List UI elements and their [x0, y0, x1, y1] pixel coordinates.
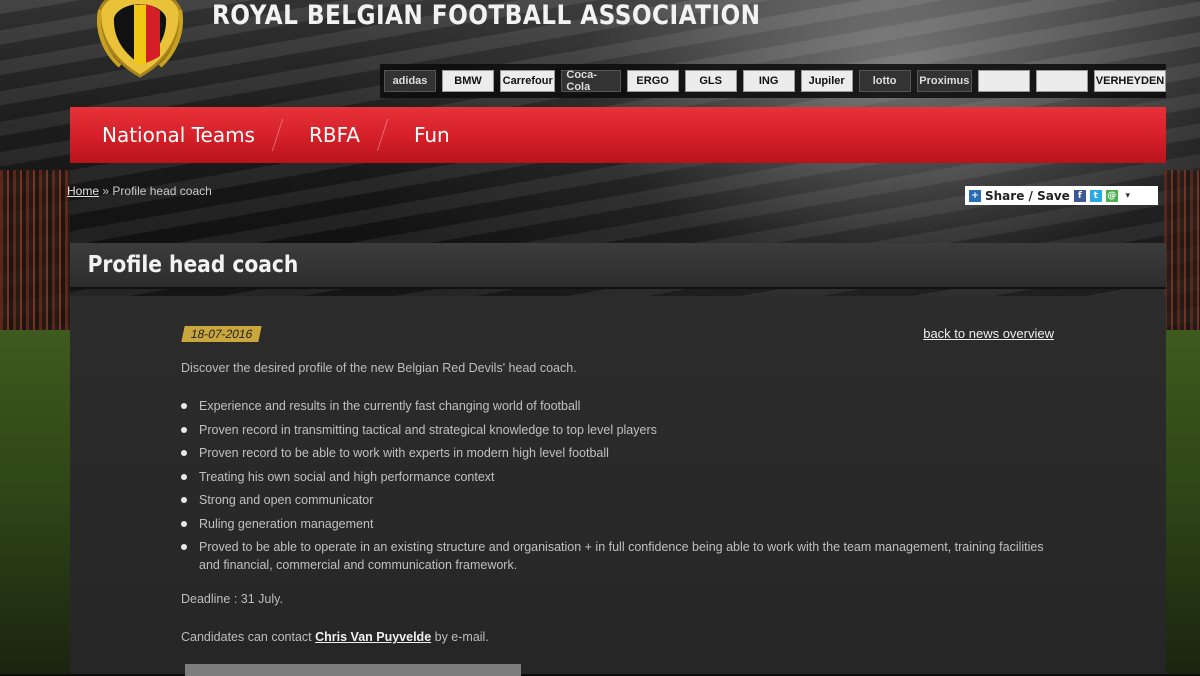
contact-prefix: Candidates can contact — [181, 630, 316, 644]
sponsor-logo[interactable]: VERHEYDEN — [1094, 70, 1166, 92]
breadcrumb-home-link[interactable]: Home — [67, 184, 99, 198]
sponsor-logo[interactable]: ING — [742, 70, 795, 92]
list-item: Strong and open communicator — [181, 491, 1061, 509]
article-panel: 18-07-2016 back to news overview Discove… — [70, 296, 1166, 676]
share-save-button[interactable]: + Share / Save f t @ ▾ — [965, 186, 1158, 205]
list-item: Ruling generation management — [181, 515, 1061, 533]
site-title: ROYAL BELGIAN FOOTBALL ASSOCIATION — [212, 0, 761, 31]
requirements-list: Experience and results in the currently … — [181, 397, 1061, 580]
crowd-right — [1164, 170, 1200, 330]
deadline-text: Deadline : 31 July. — [181, 592, 283, 606]
nav-item-rbfa[interactable]: RBFA — [277, 107, 382, 163]
pitch-right — [1164, 330, 1200, 674]
article-date-badge: 18-07-2016 — [181, 326, 263, 342]
rbfa-crest-logo[interactable] — [90, 0, 190, 80]
page-title: Profile head coach — [87, 252, 299, 278]
contact-text: Candidates can contact Chris Van Puyveld… — [181, 630, 489, 644]
breadcrumb-separator: » — [102, 184, 110, 198]
sponsor-logo[interactable]: Proximus — [916, 70, 973, 92]
share-label: Share / Save — [985, 188, 1070, 203]
sponsor-logo[interactable]: GLS — [684, 70, 737, 92]
sponsor-logo[interactable]: adidas — [384, 70, 436, 92]
page-title-bar: Profile head coach — [70, 243, 1166, 289]
sponsor-logo[interactable]: Carrefour — [500, 70, 556, 92]
pitch-left — [0, 330, 70, 674]
chevron-down-icon[interactable]: ▾ — [1122, 190, 1134, 202]
sponsor-logo[interactable]: Jupiler — [800, 70, 853, 92]
list-item: Proven record in transmitting tactical a… — [181, 421, 1061, 439]
back-to-news-link[interactable]: back to news overview — [923, 326, 1054, 341]
sponsor-logo[interactable] — [978, 70, 1031, 92]
contact-suffix: by e-mail. — [431, 630, 489, 644]
nav-item-national-teams[interactable]: National Teams — [70, 107, 277, 163]
nav-item-fun[interactable]: Fun — [382, 107, 472, 163]
main-nav: National Teams RBFA Fun — [70, 107, 1166, 163]
tag-bar — [185, 664, 521, 676]
article-intro: Discover the desired profile of the new … — [181, 361, 577, 375]
list-item: Experience and results in the currently … — [181, 397, 1061, 415]
list-item: Proven record to be able to work with ex… — [181, 444, 1061, 462]
share-plus-icon: + — [969, 189, 981, 202]
facebook-icon[interactable]: f — [1073, 189, 1086, 202]
contact-email-link[interactable]: Chris Van Puyvelde — [315, 630, 431, 644]
breadcrumb-current: Profile head coach — [112, 184, 212, 198]
sponsor-strip: adidas BMW Carrefour Coca-Cola ERGO GLS … — [380, 64, 1166, 98]
email-share-icon[interactable]: @ — [1105, 189, 1118, 202]
breadcrumb: Home » Profile head coach — [67, 184, 212, 198]
list-item: Proved to be able to operate in an exist… — [181, 538, 1061, 574]
list-item: Treating his own social and high perform… — [181, 468, 1061, 486]
sponsor-logo[interactable]: lotto — [858, 70, 911, 92]
sponsor-logo[interactable]: ERGO — [626, 70, 679, 92]
twitter-icon[interactable]: t — [1089, 189, 1102, 202]
sponsor-logo[interactable]: Coca-Cola — [561, 69, 621, 93]
sponsor-logo[interactable] — [1036, 70, 1089, 92]
crowd-left — [0, 170, 70, 330]
sponsor-logo[interactable]: BMW — [442, 70, 494, 92]
